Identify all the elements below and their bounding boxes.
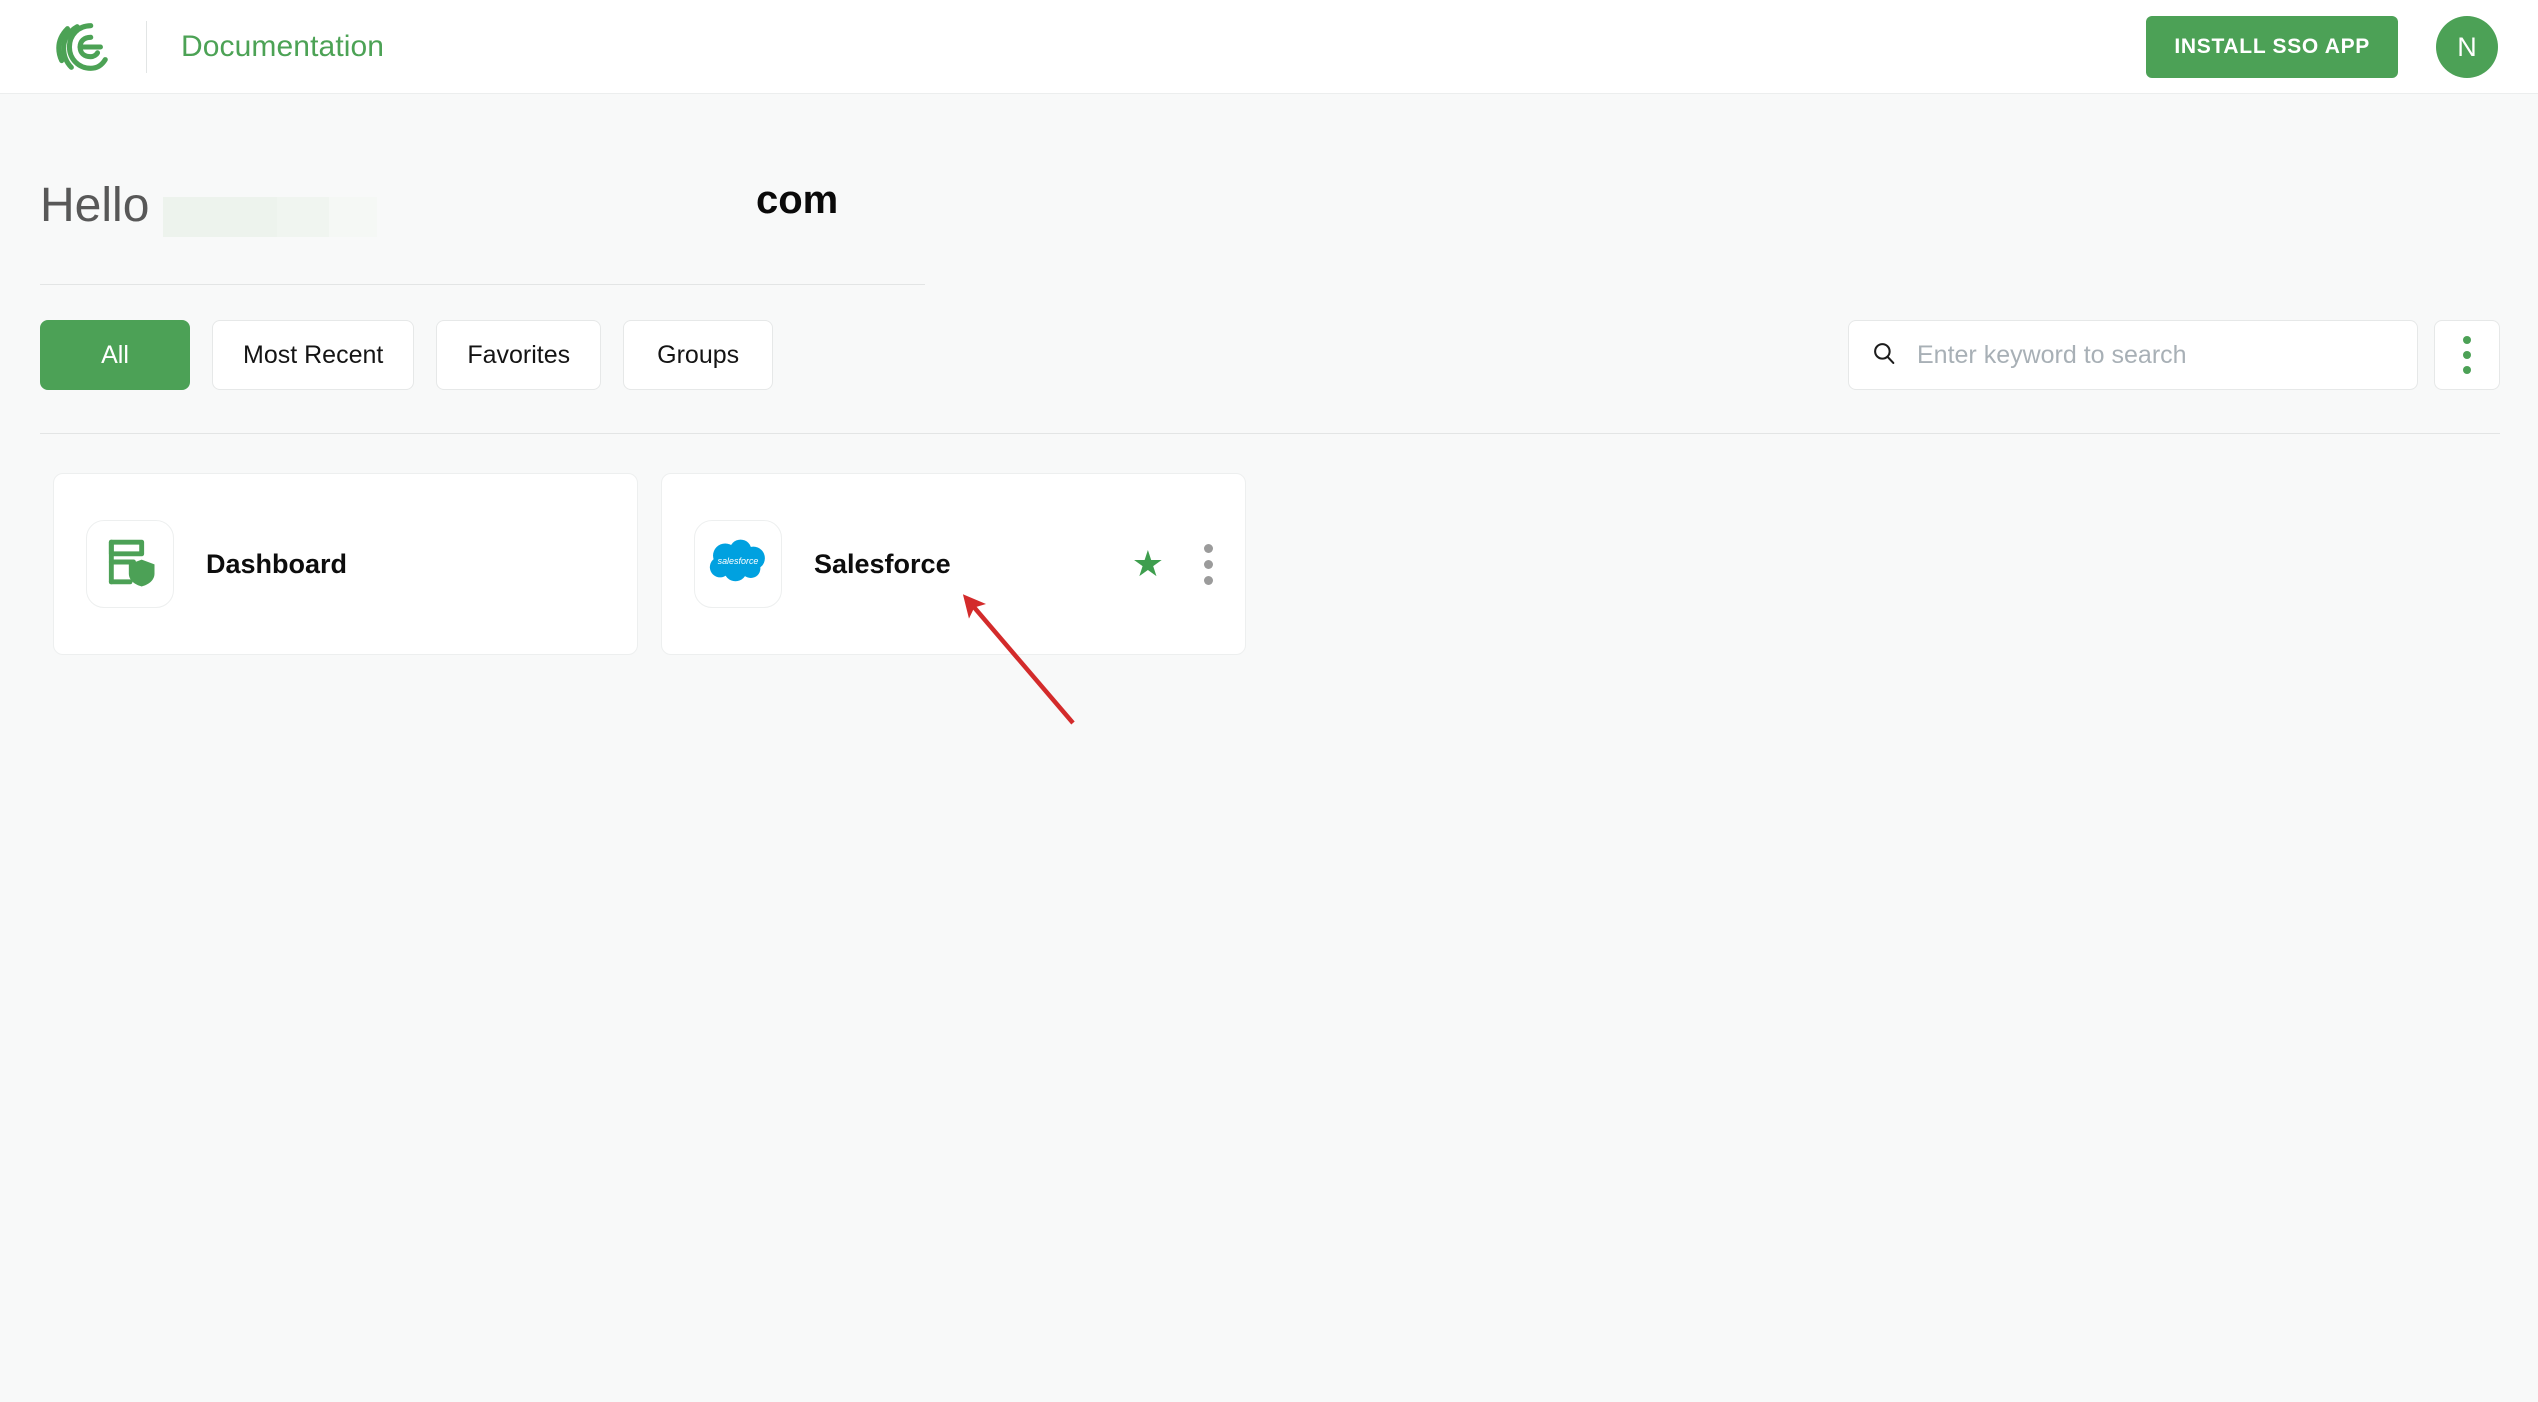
search-input[interactable] xyxy=(1915,320,2395,390)
filter-toolbar: All Most Recent Favorites Groups xyxy=(40,320,2500,398)
greeting: Hello xyxy=(40,178,378,248)
redacted-username xyxy=(163,197,378,237)
annotation-arrow xyxy=(962,594,1075,725)
toolbar-divider xyxy=(40,433,2500,434)
app-grid: Dashboard salesforce Salesforce ★ xyxy=(53,473,1246,655)
app-icon-tile xyxy=(86,520,174,608)
filter-tabs: All Most Recent Favorites Groups xyxy=(40,320,774,390)
search-options-menu-button[interactable] xyxy=(2434,320,2500,390)
salesforce-cloud-icon: salesforce xyxy=(706,536,770,593)
page-title: Documentation xyxy=(181,30,385,63)
greeting-text: Hello xyxy=(40,179,150,232)
header-actions: INSTALL SSO APP N xyxy=(2146,0,2498,94)
header-separator xyxy=(146,21,147,73)
header-brand: Documentation xyxy=(52,0,384,94)
tab-favorites[interactable]: Favorites xyxy=(436,320,602,390)
greeting-divider xyxy=(40,284,925,285)
tab-most-recent[interactable]: Most Recent xyxy=(212,320,415,390)
miniorange-logo-icon xyxy=(52,16,114,78)
app-card-actions: ★ xyxy=(1132,540,1217,589)
salesforce-wordmark: salesforce xyxy=(718,555,759,565)
search-area xyxy=(1848,320,2500,390)
app-card-salesforce[interactable]: salesforce Salesforce ★ xyxy=(661,473,1246,655)
tab-groups[interactable]: Groups xyxy=(623,320,774,390)
avatar[interactable]: N xyxy=(2436,16,2498,78)
app-icon-tile: salesforce xyxy=(694,520,782,608)
dashboard-shield-icon xyxy=(102,534,158,595)
app-name: Dashboard xyxy=(206,548,348,579)
app-name: Salesforce xyxy=(814,548,951,579)
install-sso-app-button[interactable]: INSTALL SSO APP xyxy=(2146,16,2398,78)
star-filled-icon[interactable]: ★ xyxy=(1132,546,1164,582)
app-header: Documentation INSTALL SSO APP N xyxy=(0,0,2538,94)
search-icon xyxy=(1871,340,1897,371)
app-card-dashboard[interactable]: Dashboard xyxy=(53,473,638,655)
greeting-domain: com xyxy=(756,178,839,222)
app-card-menu-button[interactable] xyxy=(1200,540,1217,589)
tab-all[interactable]: All xyxy=(40,320,190,390)
search-box[interactable] xyxy=(1848,320,2418,390)
